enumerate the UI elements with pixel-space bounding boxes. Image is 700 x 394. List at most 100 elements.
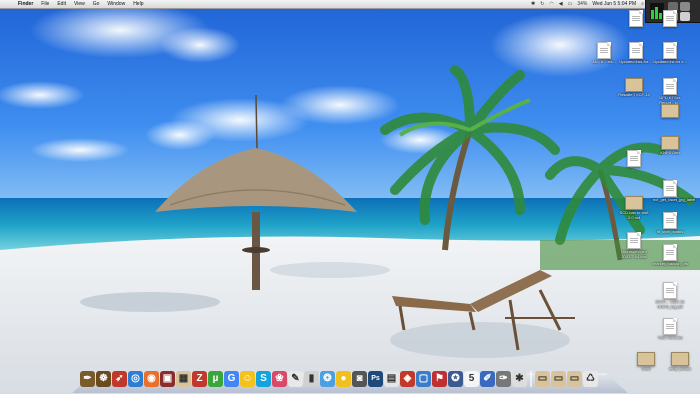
desktop-icon[interactable]: tit_shell_status <box>653 212 687 235</box>
dock-utorrent-icon[interactable]: µ <box>208 371 223 387</box>
document-icon <box>663 180 677 197</box>
dock-photo-icon[interactable]: ▣ <box>160 371 175 387</box>
dock-script-icon[interactable]: ▤ <box>384 371 399 387</box>
dock-smiley-icon[interactable]: ☺ <box>240 371 255 387</box>
desktop-icon[interactable]: MicrosoftWord 2003... 64.doc <box>617 232 651 259</box>
desktop-icon[interactable]: UPD KTSxx Report - xl... <box>653 78 687 105</box>
dock-rocket-icon[interactable]: ➶ <box>112 371 127 387</box>
dock-folder-a-icon[interactable]: ▭ <box>535 371 550 387</box>
document-icon <box>663 42 677 59</box>
dock-folder-b-icon[interactable]: ▭ <box>551 371 566 387</box>
desktop-icon-label: tit_shell_status <box>656 229 684 234</box>
desktop-icon-label: Shelf <box>641 366 651 371</box>
menu-file[interactable]: File <box>37 1 53 7</box>
wifi-icon[interactable]: ◠ <box>549 1 553 7</box>
desktop-icon[interactable]: Rosallie TXCF-14 <box>617 78 651 98</box>
desktop-icon-label: marker_backup_cfs <box>653 261 688 266</box>
desktop-icon-label: Updated lists for ... <box>619 59 653 64</box>
folder-icon <box>637 352 655 366</box>
dock-helm-icon[interactable]: ☸ <box>96 371 111 387</box>
folder-icon <box>625 196 643 210</box>
desktop-icon-label: ncf_get_facet_jpg_label <box>653 197 696 202</box>
desktop-icon[interactable]: Shelf <box>629 352 663 372</box>
folder-icon <box>661 136 679 150</box>
desktop-icon[interactable]: ... <box>617 150 651 173</box>
dock-ball-icon[interactable]: ● <box>336 371 351 387</box>
dock-usb-icon[interactable]: ▮ <box>304 371 319 387</box>
dock-gift-icon[interactable]: ▦ <box>176 371 191 387</box>
dock-folder-c-icon[interactable]: ▭ <box>567 371 582 387</box>
menu-view[interactable]: View <box>70 1 89 7</box>
desktop-icon-label: MicrosoftWord 2003... 64.doc <box>621 249 647 259</box>
battery-percent: 34% <box>577 1 588 7</box>
document-icon <box>627 150 641 167</box>
dock-flag-icon[interactable]: ⚑ <box>432 371 447 387</box>
desktop-icon-label: TWC fvml.xfm <box>657 335 683 340</box>
desktop-icon[interactable]: Ja... 6... xls... <box>587 42 621 65</box>
folder-icon <box>661 104 679 118</box>
desktop-icon[interactable]: temp photos <box>663 352 697 372</box>
dock-windows-icon[interactable]: ▢ <box>416 371 431 387</box>
document-icon <box>663 212 677 229</box>
desktop-icon[interactable]: ncf_get_facet_jpg_label <box>653 180 696 203</box>
battery-icon[interactable]: ▭ <box>568 1 573 7</box>
menu-finder[interactable]: Finder <box>14 1 37 7</box>
desktop-icon[interactable]: Updated lists for ... <box>619 42 653 65</box>
volume-icon[interactable]: ◀ <box>559 1 563 7</box>
desktop-icon[interactable] <box>619 10 653 28</box>
menu-edit[interactable]: Edit <box>53 1 70 7</box>
desktop-icon[interactable]: 2044-... 1351 61 01549_log.pdf <box>653 282 687 309</box>
dock-camera-icon[interactable]: ◙ <box>352 371 367 387</box>
desktop-icon[interactable] <box>653 104 687 119</box>
desktop-icon-label: Rosallie TXCF-14 <box>618 92 650 97</box>
document-icon <box>663 244 677 261</box>
sync-icon[interactable]: ↻ <box>540 1 544 7</box>
dock-safari-icon[interactable]: ◎ <box>128 371 143 387</box>
dock-chrome-icon[interactable]: G <box>224 371 239 387</box>
menu-bar: Finder File Edit View Go Window Help ✱ ↻… <box>0 0 700 9</box>
dock-trash-icon[interactable]: ♺ <box>583 371 598 387</box>
document-icon <box>597 42 611 59</box>
menu-go[interactable]: Go <box>89 1 104 7</box>
spotlight-icon[interactable]: ⌕ <box>641 1 644 7</box>
dock-calendar-icon[interactable]: 5 <box>464 371 479 387</box>
dock-firefox-icon[interactable]: ◉ <box>144 371 159 387</box>
dock-lips-icon[interactable]: ❀ <box>272 371 287 387</box>
document-icon <box>629 42 643 59</box>
desktop-icon[interactable]: KNPS Den <box>653 136 687 156</box>
desktop-icon[interactable] <box>653 10 687 28</box>
desktop-icon[interactable]: SCD ban to xlsfl 2.0 ncf <box>617 196 651 220</box>
dock: ✒ ☸ ➶ ◎ ◉ ▣ ▦ Zµ G ☺ S ❀ ✎ ▮ ❂ ● ◙ Ps ▤ ◈ ▢ ⚑ ✪ 5 ✐ ✑ ✱ ▭ ▭ ▭ ♺ <box>80 369 620 389</box>
dock-filezilla-icon[interactable]: Z <box>192 371 207 387</box>
desktop-icon-label: 2044-... 1351 61 01549_log.pdf <box>655 299 685 309</box>
desktop-icon-label: temp photos <box>668 366 691 371</box>
dock-separator <box>530 371 532 387</box>
menu-window[interactable]: Window <box>103 1 129 7</box>
dock-finder-pen-icon[interactable]: ✒ <box>80 371 95 387</box>
folder-icon <box>671 352 689 366</box>
dock-spider-icon[interactable]: ✱ <box>512 371 527 387</box>
document-icon <box>629 10 643 27</box>
document-icon <box>663 282 677 299</box>
dock-redbox-icon[interactable]: ◈ <box>400 371 415 387</box>
document-icon <box>663 318 677 335</box>
desktop-icon[interactable]: TWC fvml.xfm <box>653 318 687 341</box>
dock-compass-icon[interactable]: ✪ <box>448 371 463 387</box>
dock-photoshop-icon[interactable]: Ps <box>368 371 383 387</box>
document-icon <box>663 78 677 95</box>
dock-pen-tool-icon[interactable]: ✑ <box>496 371 511 387</box>
menubar-clock[interactable]: Wed Jun 5 5:04 PM <box>592 1 636 7</box>
dock-pencil-icon[interactable]: ✐ <box>480 371 495 387</box>
desktop-icon-label: Updated list for x... <box>653 59 687 64</box>
dock-skype-icon[interactable]: S <box>256 371 271 387</box>
bluetooth-icon[interactable]: ✱ <box>531 1 535 7</box>
desktop-icon-label: SCD ban to xlsfl 2.0 ncf <box>619 210 649 220</box>
dock-note-icon[interactable]: ✎ <box>288 371 303 387</box>
dock-gear-icon[interactable]: ❂ <box>320 371 335 387</box>
document-icon <box>627 232 641 249</box>
menu-help[interactable]: Help <box>129 1 147 7</box>
desktop-icon-label: ... <box>632 167 636 172</box>
desktop-icon[interactable]: marker_backup_cfs <box>653 244 688 267</box>
desktop-icon[interactable]: Updated list for x... <box>653 42 687 65</box>
desktop-icon-label: Ja... 6... xls... <box>592 59 616 64</box>
